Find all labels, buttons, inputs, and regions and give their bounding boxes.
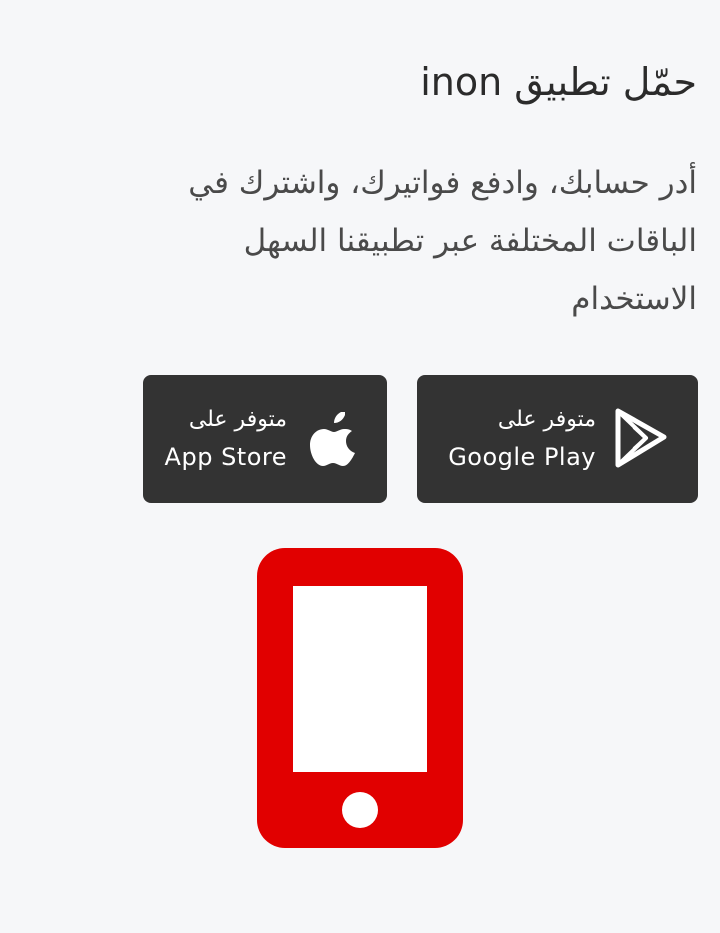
app-store-button[interactable]: متوفر على App Store	[143, 375, 387, 503]
app-store-store-name: App Store	[164, 443, 287, 471]
app-store-text: متوفر على App Store	[165, 407, 287, 471]
app-description: أدر حسابك، وادفع فواتيرك، واشترك في البا…	[188, 165, 697, 317]
google-play-small-label: متوفر على	[497, 407, 596, 432]
app-store-small-label: متوفر على	[188, 407, 287, 432]
google-play-store-name: Google Play	[448, 443, 596, 471]
mobile-phone-icon	[257, 548, 463, 848]
google-play-button[interactable]: متوفر على Google Play	[417, 375, 698, 503]
download-app-section: حمّل تطبيق inon أدر حسابك، وادفع فواتيرك…	[0, 0, 720, 933]
google-play-icon	[612, 407, 670, 471]
page-title: حمّل تطبيق inon	[420, 60, 697, 104]
apple-icon	[303, 407, 361, 471]
google-play-text: متوفر على Google Play	[448, 407, 596, 471]
